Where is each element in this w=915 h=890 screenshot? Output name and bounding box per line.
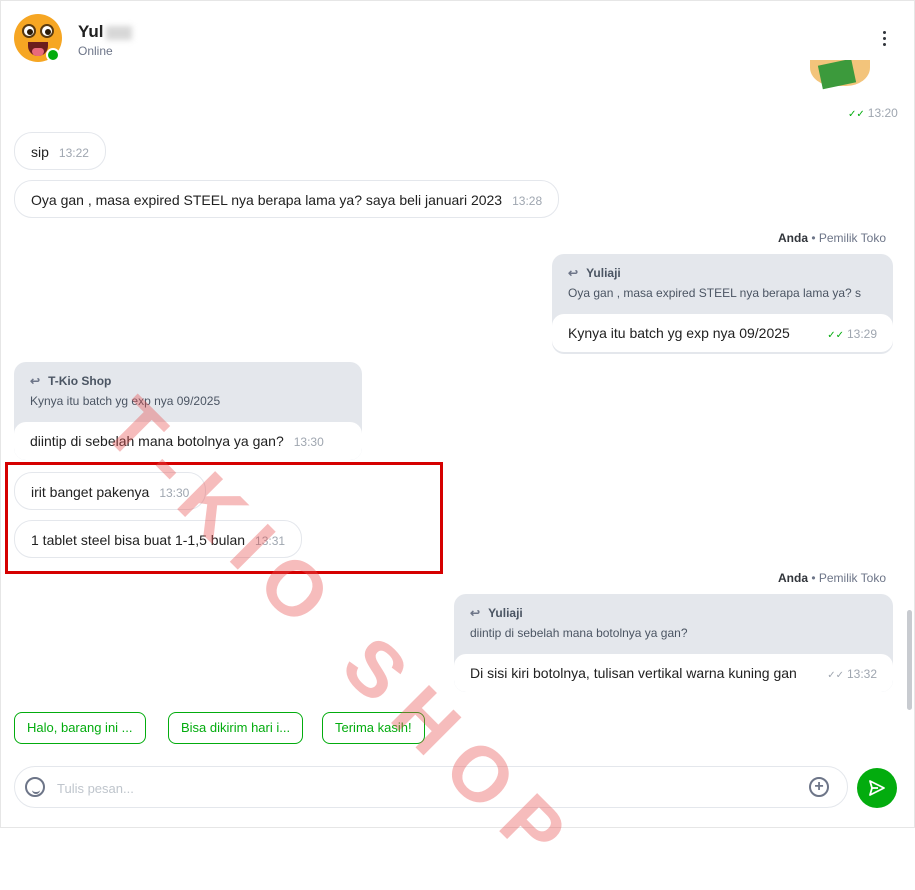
reply-text: Oya gan , masa expired STEEL nya berapa … [568,286,862,300]
outgoing-message-with-reply[interactable]: ↩ Yuliaji diintip di sebelah mana botolny… [454,594,893,692]
reply-name: Yuliaji [488,606,523,620]
avatar-eye-right [40,24,54,38]
reply-text: Kynya itu batch yg exp nya 09/2025 [30,394,221,408]
reply-arrow-icon: ↩ [568,266,579,280]
emoji-icon[interactable] [25,777,45,797]
incoming-message-with-reply[interactable]: ↩ T-Kio Shop Kynya itu batch yg exp nya 0… [14,362,362,460]
reply-name: Yuliaji [586,266,621,280]
double-check-icon: ✓✓ [827,670,844,681]
sender-role: Pemilik Toko [818,231,887,245]
message-composer: + [14,766,848,808]
send-icon [869,780,885,796]
reply-preview[interactable]: ↩ T-Kio Shop Kynya itu batch yg exp nya 0… [30,374,352,408]
sticker-image[interactable] [780,60,890,90]
reply-preview[interactable]: ↩ Yuliaji Oya gan , masa expired STEEL ny… [568,266,883,300]
reply-text: diintip di sebelah mana botolnya ya gan? [470,626,688,640]
sender-role: Pemilik Toko [818,571,887,585]
message-bubble[interactable]: sip 13:22 [14,132,106,170]
message-time: 13:32 [846,667,877,681]
sender-name: Anda [778,571,808,585]
scrollbar[interactable] [907,610,912,710]
contact-status: Online [78,44,113,58]
quick-reply-chip[interactable]: Halo, barang ini ... [14,712,146,744]
reply-arrow-icon: ↩ [30,374,41,388]
sender-meta: Anda • Pemilik Toko [778,231,887,245]
message-body: Di sisi kiri botolnya, tulisan vertikal … [454,654,893,692]
reply-preview[interactable]: ↩ Yuliaji diintip di sebelah mana botolny… [470,606,883,640]
message-time: 13:30 [293,435,324,449]
avatar-eye-left [22,24,36,38]
double-check-icon: ✓✓ [827,330,844,341]
message-text: Kynya itu batch yg exp nya 09/2025 [568,325,790,341]
message-time: 13:29 [846,327,877,341]
contact-name: Yul [78,22,132,42]
message-text: diintip di sebelah mana botolnya ya gan? [30,433,284,449]
kebab-menu-icon[interactable] [876,28,894,50]
message-bubble[interactable]: Oya gan , masa expired STEEL nya berapa … [14,180,560,218]
message-text: Di sisi kiri botolnya, tulisan vertikal … [470,665,797,681]
message-body: diintip di sebelah mana botolnya ya gan?… [14,422,362,460]
quick-reply-chip[interactable]: Terima kasih! [322,712,425,744]
sender-name: Anda [778,231,808,245]
chat-header: Yul Online [0,0,915,78]
message-time: 13:28 [512,194,543,208]
name-blur [105,25,132,40]
reply-arrow-icon: ↩ [470,606,481,620]
outgoing-message-with-reply[interactable]: ↩ Yuliaji Oya gan , masa expired STEEL ny… [552,254,893,354]
message-input[interactable] [55,777,779,799]
add-attachment-icon[interactable]: + [809,777,829,797]
highlight-box [5,462,443,574]
message-text: sip [31,144,49,160]
online-indicator [46,48,60,62]
quick-reply-chip[interactable]: Bisa dikirim hari i... [168,712,304,744]
sticker-time: ✓✓ 13:20 [848,106,898,120]
message-body: Kynya itu batch yg exp nya 09/2025 ✓✓ 13:… [552,314,893,352]
message-text: Oya gan , masa expired STEEL nya berapa … [31,192,503,208]
sender-meta: Anda • Pemilik Toko [778,571,887,585]
reply-name: T-Kio Shop [48,374,112,388]
contact-name-text: Yul [78,22,104,41]
send-button[interactable] [857,768,897,808]
avatar-tongue [32,48,44,56]
double-check-icon: ✓✓ [848,109,865,120]
message-time: 13:22 [58,146,89,160]
